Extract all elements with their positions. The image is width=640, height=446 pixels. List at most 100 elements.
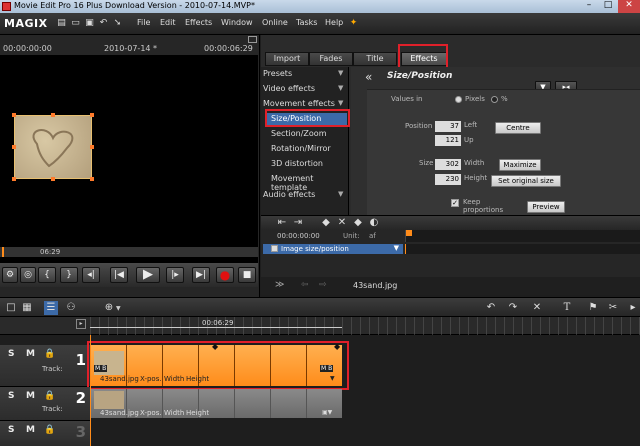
keyframe-playhead[interactable] [406,230,412,236]
preview-image[interactable] [14,115,92,179]
maximize-button[interactable]: □ [599,0,617,13]
to-end-button[interactable]: ▶| [192,267,210,283]
ruler-corner-icon[interactable]: ▸ [76,319,86,329]
menu-window[interactable]: Window [221,18,253,27]
resize-handle-t[interactable] [51,113,55,117]
prev-keyframe-icon[interactable]: ⇤ [275,216,289,230]
scene-mode-icon[interactable]: ▦ [20,301,34,315]
keep-proportions-checkbox[interactable]: ✓ [451,199,459,207]
save-icon[interactable]: ▣ [84,18,95,29]
menu-effects[interactable]: Effects [185,18,212,27]
percent-radio[interactable] [491,96,498,103]
undo-menu-icon[interactable]: ↶ [98,18,109,29]
close-button[interactable]: ✕ [618,0,640,13]
delete-icon[interactable]: ✕ [530,301,544,315]
undo-icon[interactable]: ↶ [484,301,498,315]
monitor-maximize-icon[interactable] [248,36,257,43]
mute-button[interactable]: M [26,349,35,359]
magix-services-icon[interactable]: ✦ [348,18,359,29]
keyframe-track-checkbox[interactable] [271,245,278,252]
keyframe-curve-icon[interactable]: ◐ [367,216,381,230]
delete-keyframe-icon[interactable]: ✕ [335,216,349,230]
position-left-input[interactable]: 37 [435,121,461,132]
minimize-button[interactable]: – [580,0,598,13]
more-tools-icon[interactable]: ▸ [626,301,640,315]
keyframe-ruler[interactable] [405,230,640,242]
timeline-mode-icon[interactable]: ☰ [44,301,58,315]
frame-forward-button[interactable]: |▸ [166,267,184,283]
lock-icon[interactable]: 🔒 [44,425,55,435]
overview-mode-icon[interactable]: ⚇ [64,301,78,315]
resize-handle-tr[interactable] [90,113,94,117]
mute-button[interactable]: M [26,425,35,435]
menu-edit[interactable]: Edit [160,18,176,27]
add-keyframe-icon[interactable]: ◆ [319,216,333,230]
menu-tasks[interactable]: Tasks [296,18,317,27]
preview-button[interactable]: Preview [527,201,565,213]
jog-icon[interactable]: ◎ [20,267,36,283]
back-button[interactable]: « [365,70,372,84]
play-button[interactable]: ▶ [136,267,160,283]
forward-arrow-icon[interactable]: ⇨ [319,280,327,290]
category-section-zoom[interactable]: Section/Zoom [271,129,326,138]
scrubber-handle[interactable] [2,247,4,257]
category-rotation-mirror[interactable]: Rotation/Mirror [271,144,331,153]
keyframe-track-lane[interactable] [405,244,640,254]
lock-icon[interactable]: 🔒 [44,349,55,359]
open-project-icon[interactable]: ▭ [70,18,81,29]
to-start-button[interactable]: |◀ [110,267,128,283]
new-project-icon[interactable]: ▤ [56,18,67,29]
mute-button[interactable]: M [26,391,35,401]
keyframe-diamond-icon[interactable]: ◆ [351,216,365,230]
marker-in-button[interactable]: { [38,267,56,283]
solo-button[interactable]: S [8,391,14,401]
clip-options-icon[interactable]: ▣▼ [322,409,332,416]
resize-handle-tl[interactable] [12,113,16,117]
clip-track-2[interactable]: 43sand.jpg X-pos. Width Height ▣▼ [90,389,342,418]
centre-button[interactable]: Centre [495,122,541,134]
category-3d-distortion[interactable]: 3D distortion [271,159,323,168]
maximize-size-button[interactable]: Maximize [499,159,541,171]
cut-icon[interactable]: ✂ [606,301,620,315]
marker-icon[interactable]: ⚑ [586,301,600,315]
timeline-playhead[interactable] [90,335,91,446]
tab-title[interactable]: Title [353,52,397,66]
solo-button[interactable]: S [8,349,14,359]
menu-online[interactable]: Online [262,18,288,27]
monitor-scrubber[interactable]: 06:29 [0,247,258,257]
next-keyframe-icon[interactable]: ⇥ [291,216,305,230]
category-presets[interactable]: Presets [263,69,292,78]
keyframe-track-row[interactable]: Image size/position ▼ [263,244,403,254]
size-width-input[interactable]: 302 [435,159,461,170]
collapse-icon[interactable]: ≫ [275,280,284,290]
pixels-radio[interactable] [455,96,462,103]
settings-icon[interactable]: ⚙ [2,267,18,283]
category-video-effects[interactable]: Video effects [263,84,315,93]
back-arrow-icon[interactable]: ⇦ [301,280,309,290]
solo-button[interactable]: S [8,425,14,435]
lock-icon[interactable]: 🔒 [44,391,55,401]
resize-handle-br[interactable] [90,177,94,181]
resize-handle-b[interactable] [51,177,55,181]
mouse-mode-icon[interactable]: ⊕ [102,301,116,315]
category-audio-effects[interactable]: Audio effects [263,190,315,199]
record-button[interactable]: ● [216,267,234,283]
frame-back-button[interactable]: ◂| [82,267,100,283]
set-original-size-button[interactable]: Set original size [491,175,561,187]
resize-handle-r[interactable] [90,145,94,149]
stop-button[interactable]: ■ [238,267,256,283]
resize-handle-l[interactable] [12,145,16,149]
text-icon[interactable]: T [560,301,574,315]
storyboard-mode-icon[interactable]: □ [4,301,18,315]
size-height-input[interactable]: 230 [435,174,461,185]
tab-import[interactable]: Import [265,52,309,66]
redo-icon[interactable]: ↷ [506,301,520,315]
menu-help[interactable]: Help [325,18,343,27]
cursor-help-icon[interactable]: ➘ [112,18,123,29]
category-movement-effects[interactable]: Movement effects [263,99,335,108]
tab-fades[interactable]: Fades [309,52,353,66]
menu-file[interactable]: File [137,18,150,27]
position-up-input[interactable]: 121 [435,135,461,146]
marker-out-button[interactable]: } [60,267,78,283]
resize-handle-bl[interactable] [12,177,16,181]
